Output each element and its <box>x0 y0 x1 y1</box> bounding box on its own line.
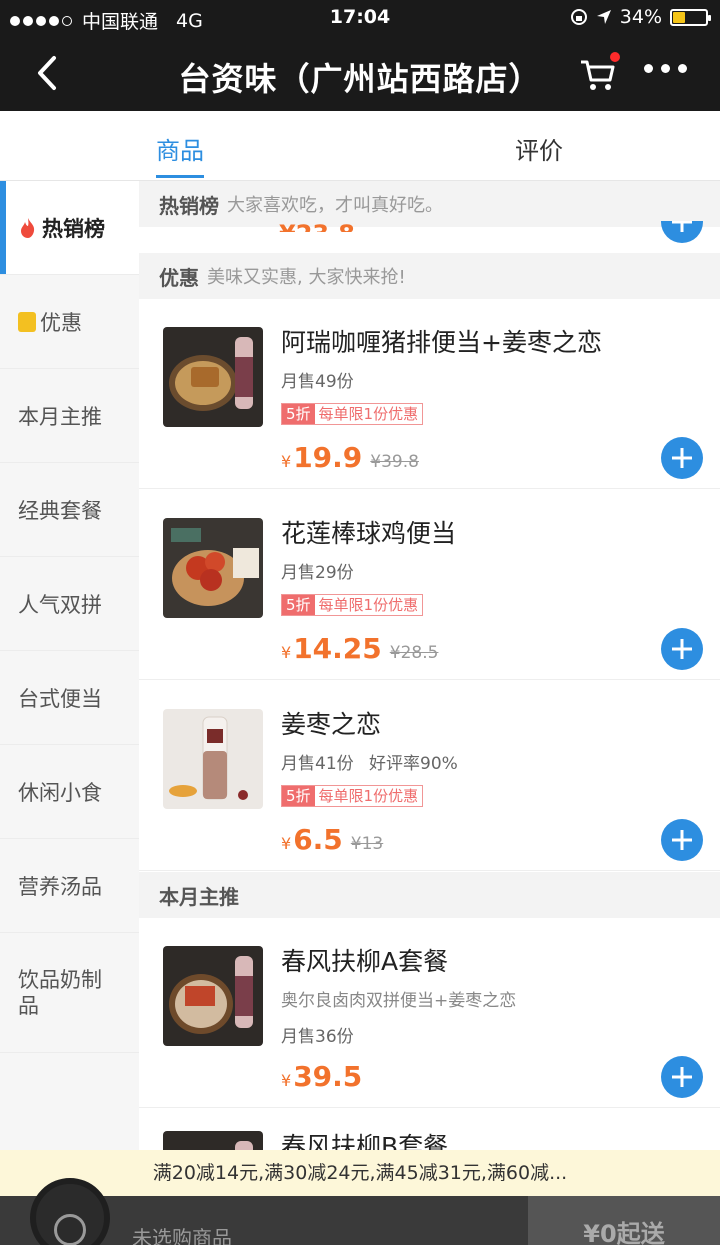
sidebar-item-taiwan-bento[interactable]: 台式便当 <box>0 651 139 745</box>
sidebar-item-drinks[interactable]: 饮品奶制品 <box>0 933 139 1053</box>
discount-tag: 5折 每单限1份优惠 <box>281 403 424 425</box>
product-image <box>163 709 263 809</box>
current-price: 19.9 <box>293 441 363 474</box>
currency-symbol: ¥ <box>281 643 292 662</box>
original-price: ¥13 <box>350 834 384 854</box>
product-title: 花莲棒球鸡便当 <box>281 519 457 548</box>
sidebar-item-soups[interactable]: 营养汤品 <box>0 839 139 933</box>
sidebar-item-label: 本月主推 <box>18 404 102 429</box>
coupon-icon <box>18 311 36 332</box>
product-sold: 月售29份 <box>281 563 354 583</box>
sidebar-item-label: 休闲小食 <box>18 780 102 805</box>
product-item[interactable]: 春风扶柳A套餐 奥尔良卤肉双拼便当+姜枣之恋 月售36份 ¥ 39.5 <box>139 918 720 1108</box>
battery-icon <box>670 8 711 26</box>
app-root: 中国联通 4G 17:04 34% 台资味（广州站西路店） 商品 评价 热销榜 … <box>0 0 720 1245</box>
product-title: 姜枣之恋 <box>281 710 382 739</box>
original-price: ¥28.5 <box>389 643 439 663</box>
add-to-cart-button[interactable] <box>661 1056 703 1098</box>
product-sold: 月售49份 <box>281 372 354 392</box>
discount-percent: 5折 <box>282 595 315 615</box>
section-name: 热销榜 <box>159 193 219 218</box>
promotion-banner: 满20减14元,满30减24元,满45减31元,满60减... <box>0 1150 720 1196</box>
product-title: 阿瑞咖喱猪排便当+姜枣之恋 <box>281 328 602 357</box>
add-to-cart-button[interactable] <box>661 437 703 479</box>
sidebar-item-label: 人气双拼 <box>18 592 102 617</box>
product-item[interactable]: 花莲棒球鸡便当 月售29份 5折 每单限1份优惠 ¥ 14.25 ¥28.5 <box>139 490 720 680</box>
tab-bar: 商品 评价 <box>0 111 720 181</box>
cart-empty-text: 未选购商品 <box>132 1226 232 1245</box>
discount-limit: 每单限1份优惠 <box>318 596 419 614</box>
partial-item-price: ¥23.8 <box>279 220 355 232</box>
product-sold: 月售36份 <box>281 1027 354 1047</box>
section-header-monthly: 本月主推 <box>139 872 720 918</box>
add-to-cart-button[interactable] <box>661 628 703 670</box>
current-price: 39.5 <box>293 1060 363 1093</box>
price-row: ¥ 6.5 ¥13 <box>281 823 383 856</box>
product-sold-count: 月售41份 <box>281 754 354 774</box>
cart-bar: 未选购商品 ¥0起送 <box>0 1178 720 1245</box>
product-title: 春风扶柳A套餐 <box>281 947 449 976</box>
sidebar-item-snacks[interactable]: 休闲小食 <box>0 745 139 839</box>
discount-percent: 5折 <box>282 404 315 424</box>
checkout-button[interactable]: ¥0起送 <box>528 1196 720 1245</box>
currency-symbol: ¥ <box>281 1071 292 1090</box>
sidebar-item-label: 台式便当 <box>18 686 102 711</box>
more-dots-icon[interactable] <box>644 64 687 73</box>
product-image <box>163 327 263 427</box>
currency-symbol: ¥ <box>281 834 292 853</box>
discount-limit: 每单限1份优惠 <box>318 787 419 805</box>
price-row: ¥ 19.9 ¥39.8 <box>281 441 419 474</box>
location-icon <box>596 10 611 24</box>
price-row: ¥ 14.25 ¥28.5 <box>281 632 438 665</box>
tab-goods-label: 商品 <box>156 137 204 165</box>
current-price: 14.25 <box>293 632 382 665</box>
sidebar-item-label: 优惠 <box>40 310 82 335</box>
discount-tag: 5折 每单限1份优惠 <box>281 594 424 616</box>
tab-goods[interactable]: 商品 <box>156 131 204 178</box>
product-item[interactable]: 姜枣之恋 月售41份 好评率90% 5折 每单限1份优惠 ¥ 6.5 ¥13 <box>139 681 720 871</box>
sidebar-item-label: 营养汤品 <box>18 874 102 899</box>
section-desc: 美味又实惠, 大家快来抢! <box>207 267 406 288</box>
sidebar-item-hot[interactable]: 热销榜 <box>0 181 139 275</box>
section-desc: 大家喜欢吃，才叫真好吃。 <box>227 195 443 216</box>
nav-bar: 台资味（广州站西路店） <box>0 36 720 111</box>
product-sold: 月售41份 好评率90% <box>281 749 458 774</box>
original-price: ¥39.8 <box>370 452 419 472</box>
flame-icon <box>21 217 35 238</box>
sidebar-item-label: 饮品奶制品 <box>18 968 102 1018</box>
discount-percent: 5折 <box>282 786 315 806</box>
product-list[interactable]: 热销榜 大家喜欢吃，才叫真好吃。 ¥23.8 优惠 美味又实惠, 大家快来抢! … <box>139 181 720 1245</box>
status-right: 34% <box>570 6 711 28</box>
price-row: ¥ 39.5 <box>281 1060 362 1093</box>
status-bar: 中国联通 4G 17:04 34% <box>0 0 720 36</box>
add-to-cart-button[interactable] <box>661 819 703 861</box>
cart-notification-dot <box>610 52 620 62</box>
current-price: 6.5 <box>293 823 343 856</box>
sidebar-item-double-combo[interactable]: 人气双拼 <box>0 557 139 651</box>
category-sidebar: 热销榜 优惠 本月主推 经典套餐 人气双拼 台式便当 休闲小食 营养汤品 饮品奶… <box>0 181 139 1245</box>
sidebar-item-classic-sets[interactable]: 经典套餐 <box>0 463 139 557</box>
rotation-lock-icon <box>570 9 587 25</box>
product-image <box>163 946 263 1046</box>
tab-active-indicator <box>156 175 204 178</box>
product-item[interactable]: 阿瑞咖喱猪排便当+姜枣之恋 月售49份 5折 每单限1份优惠 ¥ 19.9 ¥3… <box>139 299 720 489</box>
discount-limit: 每单限1份优惠 <box>318 405 419 423</box>
sidebar-item-discount[interactable]: 优惠 <box>0 275 139 369</box>
sidebar-item-monthly[interactable]: 本月主推 <box>0 369 139 463</box>
discount-tag: 5折 每单限1份优惠 <box>281 785 424 807</box>
cart-empty-icon <box>54 1214 86 1245</box>
tab-reviews-label: 评价 <box>515 137 563 165</box>
battery-percent: 34% <box>619 6 662 28</box>
product-subtitle: 奥尔良卤肉双拼便当+姜枣之恋 <box>281 991 517 1011</box>
product-rating: 好评率90% <box>369 754 458 774</box>
product-image <box>163 518 263 618</box>
sidebar-item-label: 经典套餐 <box>18 498 102 523</box>
currency-symbol: ¥ <box>281 452 292 471</box>
section-header-hot: 热销榜 大家喜欢吃，才叫真好吃。 <box>139 181 720 227</box>
section-header-discount: 优惠 美味又实惠, 大家快来抢! <box>139 253 720 299</box>
sidebar-item-label: 热销榜 <box>42 216 105 241</box>
tab-reviews[interactable]: 评价 <box>515 131 563 166</box>
section-name: 本月主推 <box>159 884 239 909</box>
section-name: 优惠 <box>159 265 199 290</box>
